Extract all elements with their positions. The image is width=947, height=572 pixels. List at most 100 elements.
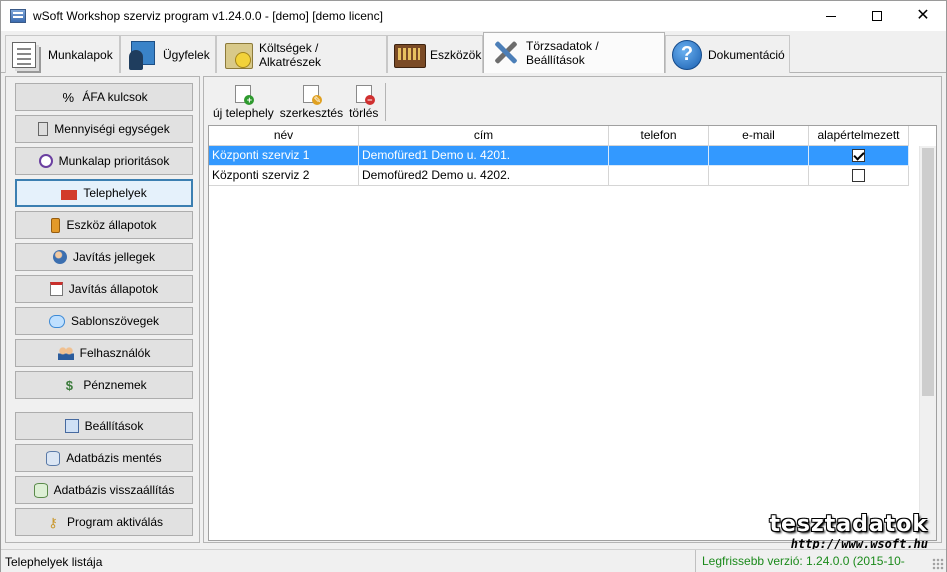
sidebar-item-program-aktivalas[interactable]: ⚷ Program aktiválás (15, 508, 193, 536)
minimize-icon (826, 15, 836, 17)
customer-icon (127, 40, 157, 70)
cell-phone (609, 146, 709, 166)
sidebar-item-label: Munkalap prioritások (58, 154, 170, 168)
sidebar-item-adatbazis-visszaallitas[interactable]: Adatbázis visszaállítás (15, 476, 193, 504)
delete-document-icon: − (355, 85, 375, 105)
locations-grid[interactable]: név cím telefon e-mail alapértelmezett K… (208, 125, 937, 541)
sidebar-item-label: Mennyiségi egységek (54, 122, 170, 136)
sidebar-item-beallitasok[interactable]: Beállítások (15, 412, 193, 440)
main-tab-bar: Munkalapok Ügyfelek Költségek / Alkatrés… (1, 31, 946, 73)
column-header-cim[interactable]: cím (359, 126, 609, 146)
tools-icon (490, 38, 520, 68)
sidebar-item-afa-kulcsok[interactable]: % ÁFA kulcsok (15, 83, 193, 111)
sidebar-item-label: Adatbázis visszaállítás (53, 483, 175, 497)
sidebar-item-label: Pénznemek (83, 378, 147, 392)
cell-name: Központi szerviz 2 (209, 166, 359, 186)
status-bar: Telephelyek listája Legfrissebb verzió: … (1, 549, 946, 572)
sidebar-item-label: Javítás jellegek (72, 250, 156, 264)
grid-vertical-scrollbar[interactable] (919, 146, 936, 540)
edit-location-label: szerkesztés (279, 106, 344, 120)
edit-document-icon: ✎ (303, 85, 323, 105)
maximize-icon (872, 11, 882, 21)
column-header-email[interactable]: e-mail (709, 126, 809, 146)
tab-label: Költségek / Alkatrészek (259, 40, 322, 69)
sidebar-item-label: Eszköz állapotok (66, 218, 157, 232)
tab-koltsegek[interactable]: Költségek / Alkatrészek (216, 35, 387, 73)
cell-email (709, 146, 809, 166)
column-header-telefon[interactable]: telefon (609, 126, 709, 146)
table-row[interactable]: Központi szerviz 1 Demofüred1 Demo u. 42… (209, 146, 909, 166)
new-document-icon: + (235, 85, 255, 105)
cell-address: Demofüred1 Demo u. 4201. (359, 146, 609, 166)
app-window: wSoft Workshop szerviz program v1.24.0.0… (0, 0, 947, 572)
delete-location-button[interactable]: − törlés (346, 81, 381, 123)
sidebar-item-javitas-allapotok[interactable]: Javítás állapotok (15, 275, 193, 303)
cell-address: Demofüred2 Demo u. 4202. (359, 166, 609, 186)
sidebar-item-munkalap-prioritasok[interactable]: Munkalap prioritások (15, 147, 193, 175)
sidebar-item-eszkoz-allapotok[interactable]: Eszköz állapotok (15, 211, 193, 239)
tab-munkalapok[interactable]: Munkalapok (5, 35, 120, 73)
sidebar-item-sablonszovegek[interactable]: Sablonszövegek (15, 307, 193, 335)
tab-label: Törzsadatok / Beállítások (526, 39, 599, 67)
sidebar-item-mennyisegi-egysegek[interactable]: Mennyiségi egységek (15, 115, 193, 143)
window-controls: ✕ (808, 1, 946, 31)
locations-toolbar: + új telephely ✎ szerkesztés − törlés (210, 81, 390, 123)
db-restore-icon (33, 482, 48, 498)
sidebar-item-javitas-jellegek[interactable]: Javítás jellegek (15, 243, 193, 271)
device-state-icon (51, 217, 61, 233)
column-header-alapertelmezett[interactable]: alapértelmezett (809, 126, 909, 146)
tab-ugyfelek[interactable]: Ügyfelek (120, 35, 216, 73)
sidebar-item-penznemek[interactable]: $ Pénznemek (15, 371, 193, 399)
costs-icon (223, 40, 253, 70)
version-status: Legfrissebb verzió: 1.24.0.0 (2015-10-18… (695, 550, 913, 572)
devices-icon (394, 40, 426, 70)
cell-phone (609, 166, 709, 186)
resize-grip-icon[interactable] (932, 558, 944, 570)
app-icon (10, 9, 26, 23)
title-bar[interactable]: wSoft Workshop szerviz program v1.24.0.0… (1, 1, 946, 31)
status-text: Telephelyek listája (5, 555, 103, 569)
cell-default (809, 166, 909, 186)
edit-location-button[interactable]: ✎ szerkesztés (277, 81, 346, 123)
table-row[interactable]: Központi szerviz 2 Demofüred2 Demo u. 42… (209, 166, 909, 186)
column-header-nev[interactable]: név (209, 126, 359, 146)
minimize-button[interactable] (808, 1, 854, 31)
unit-icon (38, 122, 49, 136)
cell-name: Központi szerviz 1 (209, 146, 359, 166)
key-icon: ⚷ (48, 514, 58, 530)
sidebar-item-label: Telephelyek (83, 186, 147, 200)
sidebar-item-telephelyek[interactable]: Telephelyek (15, 179, 193, 207)
tab-eszkozok[interactable]: Eszközök (387, 35, 483, 73)
db-backup-icon (46, 450, 61, 466)
delete-location-label: törlés (349, 106, 379, 120)
tab-label: Eszközök (430, 47, 482, 62)
calendar-icon (49, 282, 63, 296)
tab-label: Dokumentáció (708, 47, 785, 62)
sidebar-item-felhasznalok[interactable]: Felhasználók (15, 339, 193, 367)
factory-icon (61, 190, 78, 200)
close-button[interactable]: ✕ (900, 1, 946, 31)
tab-label: Munkalapok (48, 47, 113, 62)
clock-icon (38, 154, 53, 168)
new-location-label: új telephely (213, 106, 274, 120)
tab-dokumentacio[interactable]: ? Dokumentáció (665, 35, 790, 73)
default-checkbox[interactable] (852, 149, 865, 162)
maximize-button[interactable] (854, 1, 900, 31)
locations-panel: + új telephely ✎ szerkesztés − törlés né… (203, 76, 942, 543)
sidebar-item-adatbazis-mentes[interactable]: Adatbázis mentés (15, 444, 193, 472)
scrollbar-thumb[interactable] (922, 148, 934, 396)
watermark-brand: tesztadatok (769, 512, 928, 537)
window-title: wSoft Workshop szerviz program v1.24.0.0… (33, 9, 383, 23)
tab-torzsadatok[interactable]: Törzsadatok / Beállítások (483, 32, 665, 73)
users-icon (57, 346, 74, 360)
new-location-button[interactable]: + új telephely (210, 81, 277, 123)
speech-bubble-icon (48, 314, 65, 328)
default-checkbox[interactable] (852, 169, 865, 182)
currency-icon: $ (65, 377, 73, 393)
toolbar-separator (385, 83, 387, 121)
cell-email (709, 166, 809, 186)
sidebar-item-label: Sablonszövegek (70, 314, 160, 328)
settings-icon (64, 419, 79, 433)
sidebar-item-label: Felhasználók (79, 346, 151, 360)
tab-label: Ügyfelek (163, 47, 210, 62)
